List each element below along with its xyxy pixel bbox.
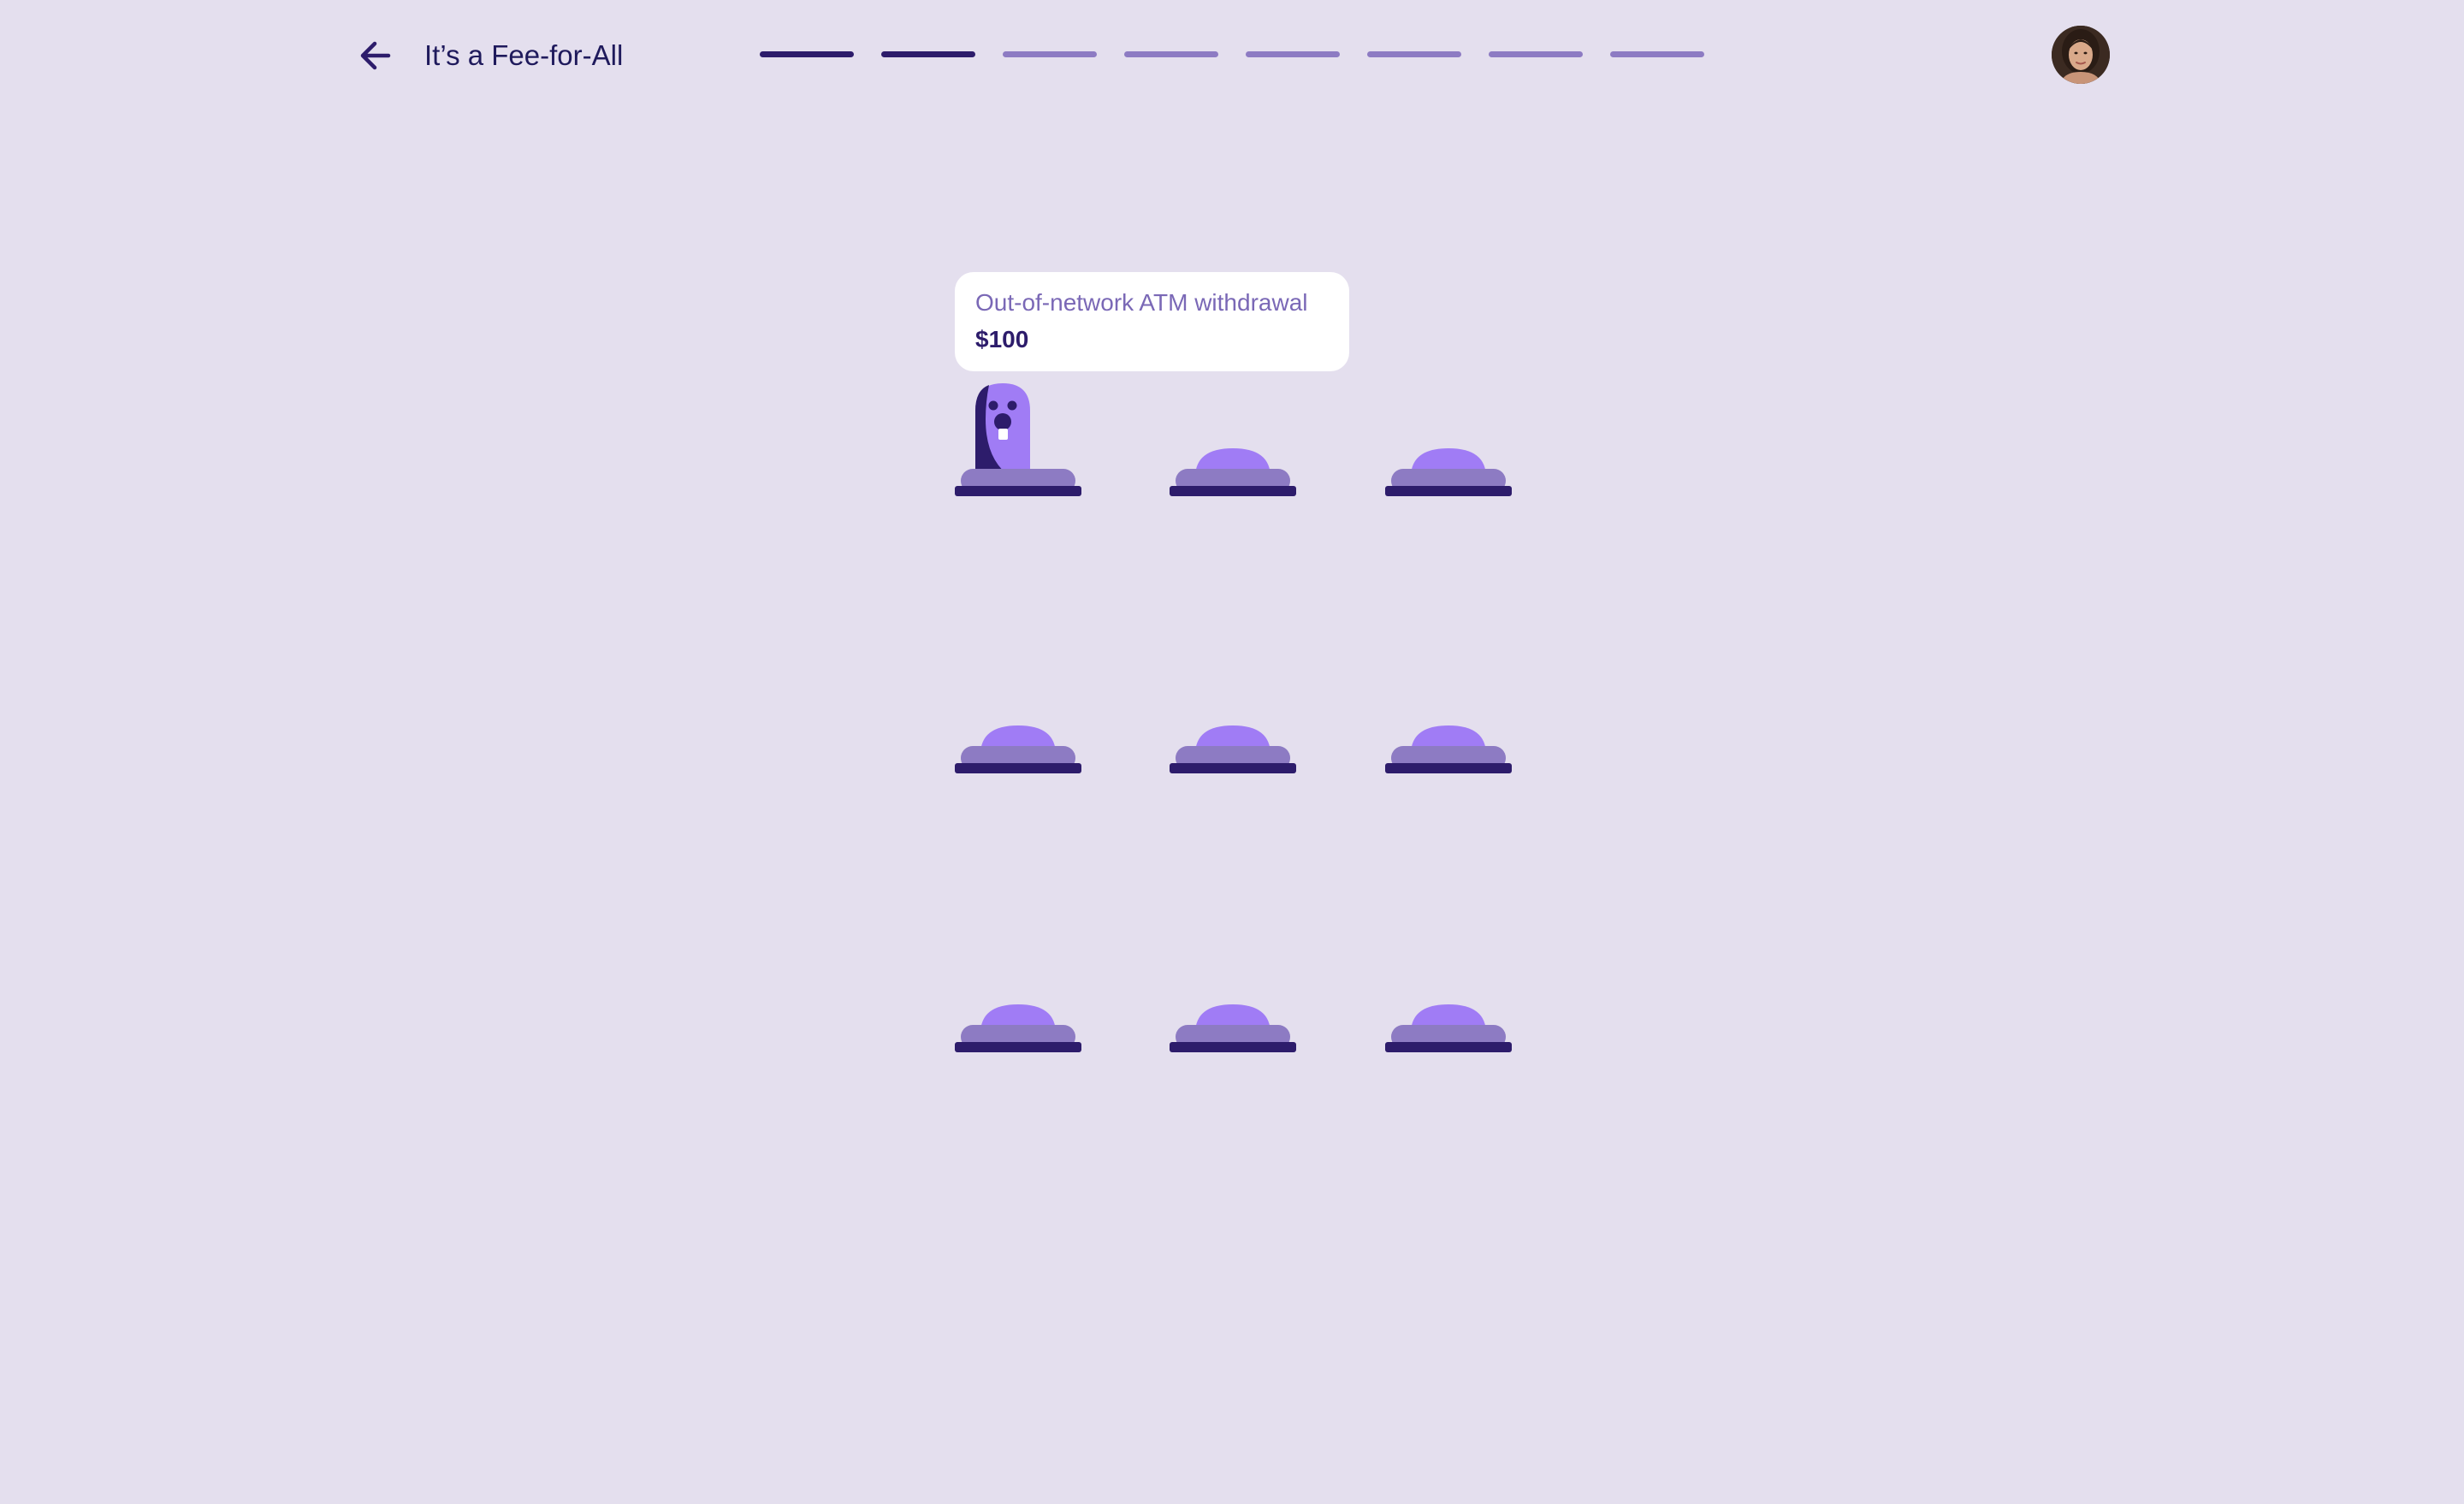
progress-step <box>1367 51 1461 57</box>
fee-popup-label: Out-of-network ATM withdrawal <box>975 289 1308 316</box>
progress-step <box>760 51 854 57</box>
mole-hole[interactable] <box>1170 376 1296 496</box>
mole-hole[interactable] <box>1385 376 1512 496</box>
hole-mound-icon <box>1170 725 1296 773</box>
hole-mound-icon <box>1170 448 1296 496</box>
hole-mound-icon <box>1170 1004 1296 1052</box>
mole-hole[interactable] <box>1385 654 1512 773</box>
fee-popup-amount: $100 <box>975 326 1029 352</box>
hole-mound-icon <box>1385 725 1512 773</box>
hole-mound-icon <box>1385 1004 1512 1052</box>
mole-hole[interactable] <box>1170 654 1296 773</box>
page-title: It’s a Fee-for-All <box>424 39 624 71</box>
mole-icon <box>955 383 1081 496</box>
mole-hole[interactable] <box>955 654 1081 773</box>
progress-step <box>1246 51 1340 57</box>
hole-mound-icon <box>955 1004 1081 1052</box>
mole-hole[interactable] <box>1170 933 1296 1052</box>
mole-hole[interactable] <box>955 376 1081 496</box>
progress-step <box>1124 51 1218 57</box>
user-avatar[interactable] <box>2052 26 2110 84</box>
progress-bar <box>760 51 1704 58</box>
whack-a-mole-board <box>941 257 1540 1112</box>
progress-step <box>1610 51 1704 57</box>
progress-step <box>1489 51 1583 57</box>
avatar-image <box>2052 26 2110 84</box>
hole-mound-icon <box>1385 448 1512 496</box>
back-button[interactable] <box>354 34 397 77</box>
hole-mound-icon <box>955 725 1081 773</box>
mole-hole[interactable] <box>955 933 1081 1052</box>
progress-step <box>881 51 975 57</box>
arrow-left-icon <box>360 41 391 70</box>
progress-step <box>1003 51 1097 57</box>
mole-hole[interactable] <box>1385 933 1512 1052</box>
fee-popup: Out-of-network ATM withdrawal $100 <box>955 272 1349 371</box>
